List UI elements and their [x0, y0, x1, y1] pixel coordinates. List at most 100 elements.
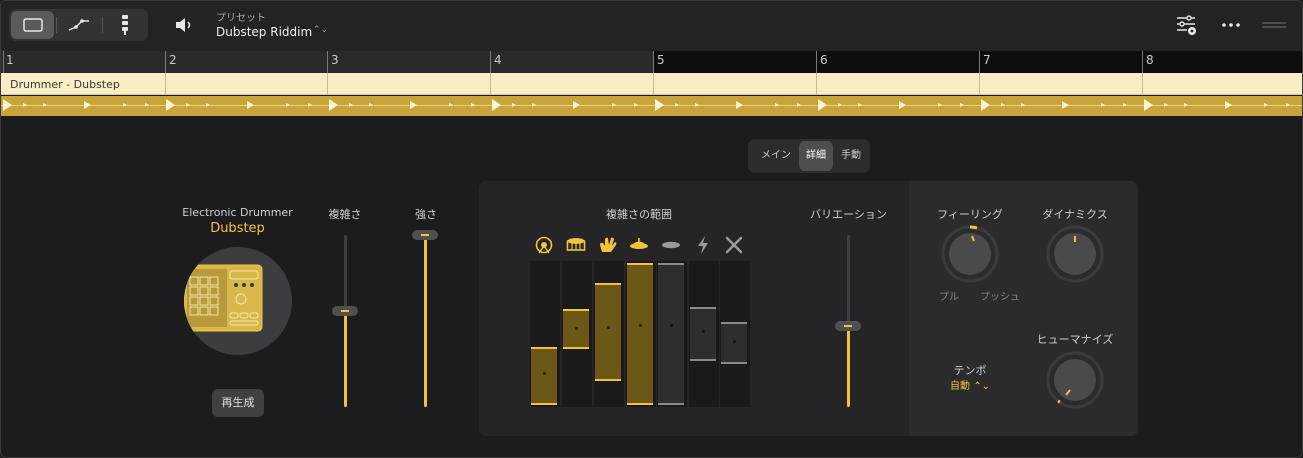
fx-range-handle[interactable]: [702, 330, 705, 333]
beat-marker: [247, 101, 254, 109]
clap-range-column[interactable]: [594, 261, 624, 407]
variation-slider-knob[interactable]: [835, 321, 861, 332]
clap-range-handle[interactable]: [607, 326, 610, 329]
bar-number: 4: [494, 53, 502, 67]
dynamics-knob[interactable]: [1046, 225, 1104, 283]
beat-marker: [1164, 103, 1168, 107]
beat-marker: [675, 103, 679, 107]
mixer-settings-icon: [1177, 15, 1196, 35]
bar-tick: [3, 51, 4, 73]
beat-marker: [797, 103, 801, 107]
bar-tick: [653, 51, 654, 73]
hi-hat-button[interactable]: [629, 235, 649, 255]
mixer-settings-button[interactable]: [1175, 13, 1199, 37]
loudness-slider-knob[interactable]: [412, 230, 438, 240]
bar-number: 7: [983, 53, 991, 67]
bar-number: 8: [1146, 53, 1154, 67]
regenerate-button[interactable]: 再生成: [212, 389, 264, 417]
hihat-range-handle[interactable]: [639, 324, 642, 327]
preview-speaker-button[interactable]: [173, 14, 195, 36]
cymbal-range-bar[interactable]: [658, 263, 684, 405]
kick-range-bar[interactable]: [531, 347, 557, 405]
fx-range-bar[interactable]: [690, 307, 716, 361]
drummer-avatar[interactable]: [184, 247, 292, 355]
region-bar-line: [816, 73, 817, 95]
beat-marker: [1062, 101, 1069, 109]
tab-manual[interactable]: 手動: [834, 141, 868, 171]
beat-marker: [43, 103, 47, 107]
cymbal-button[interactable]: [661, 235, 681, 255]
clap-range-bar[interactable]: [595, 283, 621, 381]
tempo-selector[interactable]: 自動 ⌃⌄: [949, 377, 991, 392]
complexity-slider-knob[interactable]: [332, 305, 358, 316]
chevron-updown-icon[interactable]: ⌃⌄: [313, 25, 328, 35]
hand-clap-button[interactable]: [598, 235, 618, 255]
region-view-button[interactable]: [11, 11, 54, 39]
bar-tick: [816, 51, 817, 73]
beat-marker: [3, 99, 12, 111]
snare-drum-button[interactable]: [566, 235, 586, 255]
beat-marker: [938, 103, 942, 107]
region-bar-line: [1142, 73, 1143, 95]
tempo-label: テンポ: [953, 364, 987, 377]
more-icon: [1222, 23, 1240, 27]
beat-marker: [286, 103, 290, 107]
variation-label: バリエーション: [810, 208, 887, 221]
drummer-name[interactable]: Dubstep: [176, 221, 299, 236]
complexity-label: 複雑さ: [328, 208, 362, 221]
snare-range-handle[interactable]: [575, 327, 578, 330]
automation-button[interactable]: [57, 11, 100, 39]
complexity-range-label: 複雑さの範囲: [606, 208, 672, 221]
humanize-knob[interactable]: [1046, 351, 1104, 409]
beat-marker: [123, 103, 127, 107]
drum-machine-icon: [184, 264, 263, 332]
bar-number: 1: [6, 53, 14, 67]
percussion-range-column[interactable]: [720, 261, 750, 407]
cymbal-range-column[interactable]: [657, 261, 687, 407]
snare-range-column[interactable]: [562, 261, 592, 407]
hihat-range-column[interactable]: [626, 261, 656, 407]
percussion-sticks-icon: [725, 236, 743, 254]
beat-marker: [818, 99, 827, 111]
loudness-label: 強さ: [415, 208, 437, 221]
beat-marker: [186, 103, 190, 107]
fx-range-column[interactable]: [689, 261, 719, 407]
bar-tick: [979, 51, 980, 73]
beat-marker: [1225, 101, 1232, 109]
percussion-button[interactable]: [724, 235, 744, 255]
drummer-region-header[interactable]: [1, 73, 1302, 95]
beat-marker: [1286, 103, 1290, 107]
region-view-icon: [22, 18, 43, 32]
kick-range-column[interactable]: [530, 261, 560, 407]
percussion-range-handle[interactable]: [733, 340, 736, 343]
drummer-kit-button[interactable]: [103, 11, 146, 39]
ruler-outside-region: [653, 51, 1302, 73]
toolbar: プリセット Dubstep Riddim ⌃⌄: [1, 1, 1302, 51]
kick-range-handle[interactable]: [543, 372, 546, 375]
beat-marker: [145, 103, 149, 107]
kick-drum-button[interactable]: [534, 235, 554, 255]
preset-selector[interactable]: Dubstep Riddim: [216, 25, 312, 39]
beat-marker: [1144, 99, 1153, 111]
beat-marker: [1101, 103, 1105, 107]
hi-hat-icon: [630, 238, 648, 249]
cymbal-range-handle[interactable]: [670, 324, 673, 327]
tab-main[interactable]: メイン: [752, 141, 800, 171]
drummer-kit-icon: [121, 15, 128, 35]
region-bar-line: [979, 73, 980, 95]
beat-marker: [410, 101, 417, 109]
hihat-range-bar[interactable]: [627, 263, 653, 405]
beat-marker: [349, 103, 353, 107]
drummer-region-body[interactable]: [1, 96, 1302, 116]
more-button[interactable]: [1220, 13, 1242, 37]
feel-knob[interactable]: [941, 225, 999, 283]
timeline-ruler[interactable]: 1 2 3 4 5 6 7 8: [1, 51, 1302, 73]
snare-drum-icon: [566, 238, 586, 251]
tab-details[interactable]: 詳細: [799, 141, 833, 171]
beat-marker: [329, 99, 338, 111]
percussion-range-bar[interactable]: [721, 322, 747, 364]
region-bar-line: [165, 73, 166, 95]
fx-button[interactable]: [693, 235, 713, 255]
drag-handle[interactable]: [1261, 13, 1287, 37]
feel-label: フィーリング: [937, 208, 1003, 221]
